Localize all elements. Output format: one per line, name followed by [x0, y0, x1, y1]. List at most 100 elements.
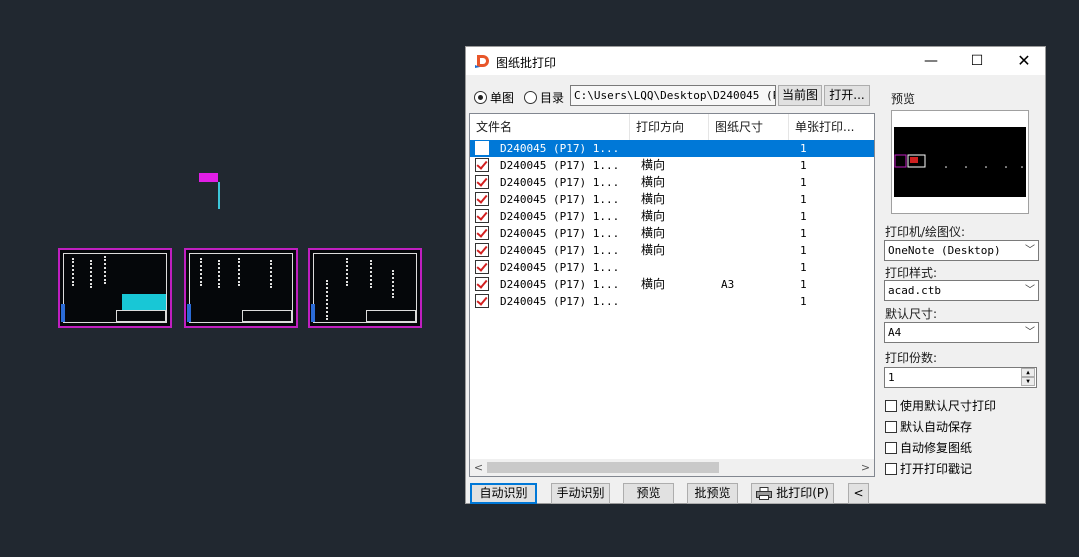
col-paper-size[interactable]: 图纸尺寸 [709, 114, 789, 140]
row-checkbox[interactable] [475, 209, 489, 223]
row-orientation: 横向 [641, 209, 666, 223]
row-copies: 1 [800, 142, 807, 155]
table-row[interactable]: D240045 (P17) 1... 1 [470, 140, 874, 157]
mode-dir-label: 目录 [540, 91, 565, 105]
spin-down-icon[interactable]: ▼ [1021, 377, 1035, 386]
row-orientation: 横向 [641, 277, 666, 291]
drawing-sheet-1[interactable] [58, 248, 172, 328]
table-row[interactable]: D240045 (P17) 1... 横向 1 [470, 225, 874, 242]
open-button[interactable]: 打开... [824, 85, 870, 106]
radio-selected-icon [474, 91, 487, 104]
col-orientation[interactable]: 打印方向 [630, 114, 709, 140]
file-list[interactable]: 文件名 打印方向 图纸尺寸 单张打印... D240045 (P17) 1...… [469, 113, 875, 477]
table-row[interactable]: D240045 (P17) 1... 1 [470, 293, 874, 310]
copies-stepper[interactable]: 1 ▲ ▼ [884, 367, 1037, 388]
printer-value: OneNote (Desktop) [888, 244, 1001, 257]
mode-dir-radio[interactable]: 目录 [524, 89, 564, 106]
auto-detect-button[interactable]: 自动识别 [470, 483, 537, 504]
option-label: 使用默认尺寸打印 [900, 399, 997, 413]
title-bar[interactable]: 图纸批打印 — ☐ ✕ [466, 47, 1045, 75]
checkbox-icon [885, 399, 897, 412]
col-filename[interactable]: 文件名 [470, 114, 630, 140]
batch-preview-button[interactable]: 批预览 [687, 483, 738, 504]
app-logo-icon [475, 55, 489, 68]
style-value: acad.ctb [888, 284, 941, 297]
size-label: 默认尺寸: [885, 307, 938, 321]
row-copies: 1 [800, 278, 807, 291]
row-checkbox[interactable] [475, 294, 489, 308]
preview-drawing-icon [894, 154, 1023, 168]
default-size-select[interactable]: A4 ﹀ [884, 322, 1039, 343]
copies-label: 打印份数: [885, 351, 938, 365]
batch-print-dialog: 图纸批打印 — ☐ ✕ 单图 目录 C:\Users\LQQ\Desktop\D… [465, 46, 1046, 504]
spin-up-icon[interactable]: ▲ [1021, 368, 1035, 377]
mode-single-radio[interactable]: 单图 [474, 89, 514, 106]
scroll-left-icon[interactable]: < [470, 459, 487, 476]
row-orientation: 横向 [641, 158, 666, 172]
cad-canvas[interactable] [0, 0, 465, 557]
row-copies: 1 [800, 210, 807, 223]
row-filename: D240045 (P17) 1... [500, 159, 620, 172]
drawing-sheet-2[interactable] [184, 248, 298, 328]
row-filename: D240045 (P17) 1... [500, 278, 620, 291]
manual-detect-button[interactable]: 手动识别 [551, 483, 610, 504]
table-row[interactable]: D240045 (P17) 1... 横向 1 [470, 191, 874, 208]
scroll-right-icon[interactable]: > [857, 459, 874, 476]
collapse-button[interactable]: < [848, 483, 869, 504]
option-label: 自动修复图纸 [900, 441, 973, 455]
printer-icon [756, 487, 773, 500]
row-copies: 1 [800, 193, 807, 206]
style-label: 打印样式: [885, 266, 938, 280]
checkbox-icon [885, 441, 897, 454]
table-row[interactable]: D240045 (P17) 1... 横向 A3 1 [470, 276, 874, 293]
row-checkbox[interactable] [475, 141, 489, 155]
scroll-thumb[interactable] [487, 462, 719, 473]
row-filename: D240045 (P17) 1... [500, 261, 620, 274]
dialog-title: 图纸批打印 [496, 56, 557, 70]
row-checkbox[interactable] [475, 243, 489, 257]
drawing-sheet-3[interactable] [308, 248, 422, 328]
option-use-default-size[interactable]: 使用默认尺寸打印 [885, 397, 996, 414]
marker-stem [218, 182, 220, 209]
current-drawing-button[interactable]: 当前图 [778, 85, 822, 106]
plot-style-select[interactable]: acad.ctb ﹀ [884, 280, 1039, 301]
maximize-button[interactable]: ☐ [954, 47, 1000, 75]
row-checkbox[interactable] [475, 226, 489, 240]
row-filename: D240045 (P17) 1... [500, 142, 620, 155]
close-button[interactable]: ✕ [1001, 47, 1047, 75]
row-checkbox[interactable] [475, 158, 489, 172]
table-row[interactable]: D240045 (P17) 1... 横向 1 [470, 157, 874, 174]
path-field[interactable]: C:\Users\LQQ\Desktop\D240045 (P17 [570, 85, 776, 106]
copies-value: 1 [888, 371, 895, 384]
batch-print-label: 批打印(P) [776, 486, 829, 500]
row-checkbox[interactable] [475, 260, 489, 274]
option-auto-save[interactable]: 默认自动保存 [885, 418, 972, 435]
checkbox-icon [885, 462, 897, 475]
row-checkbox[interactable] [475, 192, 489, 206]
row-copies: 1 [800, 176, 807, 189]
row-filename: D240045 (P17) 1... [500, 193, 620, 206]
table-row[interactable]: D240045 (P17) 1... 横向 1 [470, 174, 874, 191]
preview-label: 预览 [891, 92, 916, 106]
col-copies[interactable]: 单张打印... [789, 114, 874, 140]
row-filename: D240045 (P17) 1... [500, 176, 620, 189]
row-checkbox[interactable] [475, 277, 489, 291]
radio-icon [524, 91, 537, 104]
mode-single-label: 单图 [490, 91, 515, 105]
batch-print-button[interactable]: 批打印(P) [751, 483, 834, 504]
table-row[interactable]: D240045 (P17) 1... 横向 1 [470, 242, 874, 259]
option-auto-repair[interactable]: 自动修复图纸 [885, 439, 972, 456]
table-row[interactable]: D240045 (P17) 1... 横向 1 [470, 208, 874, 225]
preview-button[interactable]: 预览 [623, 483, 674, 504]
option-label: 打开打印戳记 [900, 462, 973, 476]
row-filename: D240045 (P17) 1... [500, 210, 620, 223]
horizontal-scrollbar[interactable]: < > [470, 459, 874, 476]
row-checkbox[interactable] [475, 175, 489, 189]
option-label: 默认自动保存 [900, 420, 973, 434]
table-row[interactable]: D240045 (P17) 1... 1 [470, 259, 874, 276]
option-plot-stamp[interactable]: 打开打印戳记 [885, 460, 972, 477]
printer-select[interactable]: OneNote (Desktop) ﹀ [884, 240, 1039, 261]
row-filename: D240045 (P17) 1... [500, 244, 620, 257]
row-orientation: 横向 [641, 243, 666, 257]
minimize-button[interactable]: — [908, 47, 954, 75]
